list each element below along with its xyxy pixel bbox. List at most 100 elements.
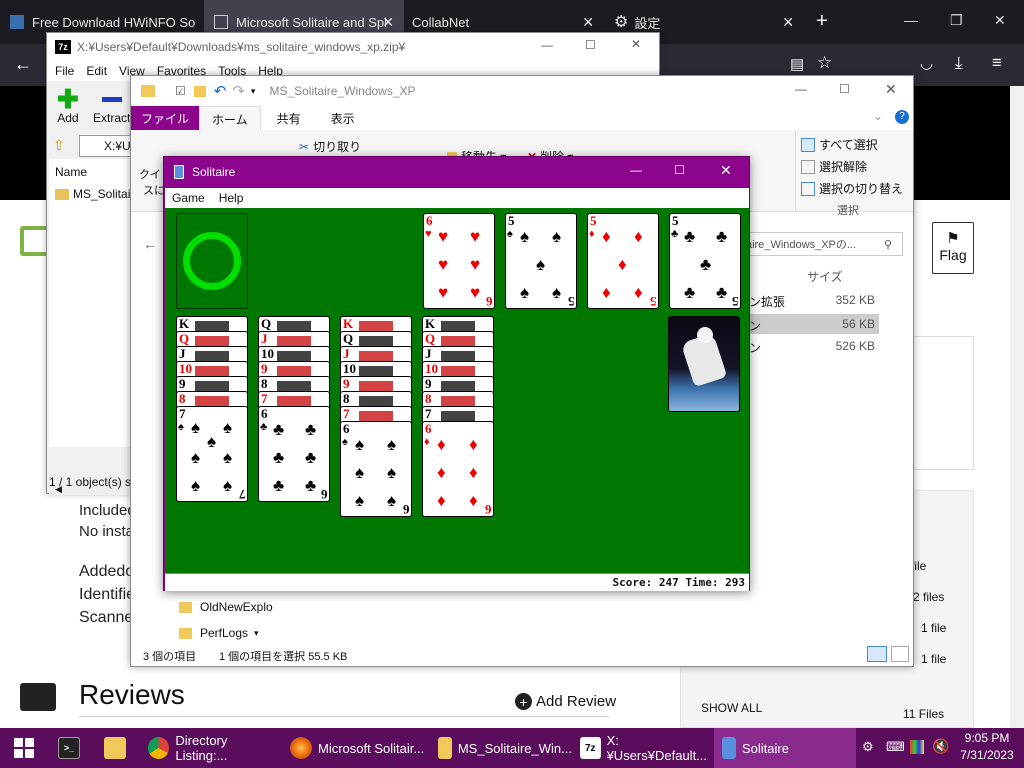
tab-view[interactable]: 表示 — [317, 106, 369, 131]
properties-icon[interactable]: ☑ — [175, 84, 186, 98]
tableau-column-1[interactable]: K Q J 10 9 8 7 ♠ ♠ ♠ ♠ ♠ ♠ ♠ ♠ 7 — [176, 316, 248, 506]
redo-icon[interactable]: ↷ — [232, 82, 245, 100]
restore-icon[interactable]: ❐ — [950, 12, 963, 29]
foundation-hearts[interactable]: 6 ♥ ♥ ♥ ♥ ♥ ♥ ♥ 6 — [423, 213, 495, 309]
file-row[interactable]: ン 526 KB — [747, 336, 879, 356]
file-row[interactable]: ン拡張 352 KB — [747, 290, 879, 310]
close-icon[interactable]: ✕ — [631, 37, 641, 51]
address-value: X:¥U — [104, 139, 131, 153]
taskbar-label: Microsoft Solitair... — [318, 740, 425, 756]
keyboard-icon[interactable]: ⌨ — [886, 739, 905, 755]
nav-label: OldNewExplo — [200, 600, 273, 614]
tableau-top-card-pip-icon: ♣ — [273, 420, 285, 439]
foundation-clubs[interactable]: 5 ♣ ♣ ♣ ♣ ♣ ♣ 5 — [669, 213, 741, 309]
foundation-card-pip-icon: ♠ — [520, 227, 530, 246]
close-icon[interactable]: ✕ — [994, 12, 1006, 29]
tableau-top-card[interactable]: 6 ♦ ♦ ♦ ♦ ♦ ♦ ♦ 6 — [422, 421, 494, 517]
reader-view-icon[interactable]: ▤ — [790, 55, 804, 73]
search-box[interactable]: aire_Windows_XPの... ⚲ — [741, 232, 903, 256]
help-icon[interactable]: ? — [895, 110, 909, 124]
close-tab-icon[interactable]: ✕ — [582, 14, 594, 31]
close-icon[interactable]: ✕ — [885, 81, 897, 98]
tray-app-icon[interactable]: ⚙ — [862, 739, 874, 755]
taskbar-solitaire-active[interactable]: Solitaire — [714, 728, 856, 768]
taskbar-explorer-window[interactable]: MS_Solitaire_Win... — [432, 728, 572, 768]
menu-help[interactable]: Help — [219, 191, 244, 205]
add-review-button[interactable]: + Add Review — [515, 693, 616, 710]
flag-button[interactable]: ⚑ Flag — [932, 222, 974, 274]
foundation-diamonds[interactable]: 5 ♦ ♦ ♦ ♦ ♦ ♦ 5 — [587, 213, 659, 309]
taskbar-terminal[interactable]: >_ — [50, 728, 94, 768]
card-back-astronaut[interactable] — [668, 316, 740, 412]
nav-item[interactable]: PerfLogs ▾ — [179, 626, 259, 640]
tab-file[interactable]: ファイル — [131, 106, 200, 130]
undo-icon[interactable]: ↶ — [214, 82, 227, 100]
tableau-card-rank: 9 — [179, 376, 186, 391]
download-icon[interactable]: ⤓ — [955, 53, 963, 73]
foundation-card-pip-icon: ♥ — [470, 227, 481, 246]
stock-pile[interactable] — [176, 213, 248, 309]
nav-item[interactable]: OldNewExplo — [179, 600, 273, 614]
tableau-top-card[interactable]: 7 ♠ ♠ ♠ ♠ ♠ ♠ ♠ ♠ 7 — [176, 406, 248, 502]
cut-button[interactable]: ✂ 切り取り — [299, 138, 361, 155]
7zip-title: X:¥Users¥Default¥Downloads¥ms_solitaire_… — [77, 40, 406, 54]
minimize-icon[interactable]: — — [904, 12, 918, 28]
maximize-icon[interactable]: ☐ — [839, 82, 850, 96]
pocket-icon[interactable]: ◡ — [920, 54, 933, 72]
clock[interactable]: 9:05 PM 7/31/2023 — [954, 730, 1020, 764]
close-tab-icon[interactable]: ✕ — [782, 14, 794, 31]
close-tab-icon[interactable]: ✕ — [382, 14, 394, 31]
extract-button[interactable]: Extract — [93, 87, 130, 125]
file-row-selected[interactable]: ン 56 KB — [747, 314, 879, 334]
back-arrow-icon[interactable]: ← — [143, 236, 157, 252]
minimize-icon[interactable]: — — [630, 163, 642, 177]
folder-icon — [179, 601, 192, 613]
maximize-icon[interactable]: ☐ — [674, 163, 685, 177]
tableau-column-4[interactable]: K Q J 10 9 8 7 6 ♦ ♦ ♦ ♦ ♦ ♦ ♦ 6 — [422, 316, 494, 521]
column-name[interactable]: Name — [55, 165, 87, 179]
new-folder-icon[interactable] — [193, 85, 206, 97]
column-size[interactable]: サイズ — [807, 268, 843, 285]
maximize-icon[interactable]: ☐ — [585, 38, 596, 52]
ribbon-divider — [795, 130, 796, 212]
add-button[interactable]: ✚ Add — [57, 86, 79, 125]
chevron-down-icon[interactable]: ▾ — [254, 628, 259, 639]
taskbar-file-explorer[interactable] — [96, 728, 140, 768]
show-all-link[interactable]: SHOW ALL — [701, 701, 762, 715]
tableau-column-3[interactable]: K Q J 10 9 8 7 6 ♠ ♠ ♠ ♠ ♠ ♠ ♠ 6 — [340, 316, 412, 521]
new-tab-button[interactable]: + — [816, 10, 828, 33]
up-folder-icon[interactable]: ⇧ — [53, 137, 65, 154]
page-scrollbar[interactable] — [1010, 86, 1024, 728]
bookmark-star-icon[interactable]: ☆ — [817, 53, 832, 73]
color-app-icon[interactable] — [910, 740, 924, 754]
minimize-icon[interactable]: — — [541, 38, 553, 52]
search-icon: ⚲ — [884, 238, 893, 251]
menu-icon[interactable]: ≡ — [992, 53, 1002, 73]
foundation-card-corner-suit-icon: ♦ — [589, 228, 595, 240]
deselect-button[interactable]: 選択解除 — [801, 158, 867, 175]
volume-muted-icon[interactable]: 🔇 — [932, 738, 949, 755]
tableau-top-card[interactable]: 6 ♠ ♠ ♠ ♠ ♠ ♠ ♠ 6 — [340, 421, 412, 517]
minimize-icon[interactable]: — — [795, 82, 807, 96]
invert-selection-button[interactable]: 選択の切り替え — [801, 180, 903, 197]
select-all-button[interactable]: すべて選択 — [801, 136, 878, 153]
back-arrow-icon[interactable]: ← — [14, 54, 32, 75]
tiles-view-icon[interactable] — [891, 646, 909, 662]
tab-home[interactable]: ホーム — [199, 106, 261, 130]
foundation-spades[interactable]: 5 ♠ ♠ ♠ ♠ ♠ ♠ 5 — [505, 213, 577, 309]
tab-share[interactable]: 共有 — [261, 106, 317, 131]
menu-file[interactable]: File — [55, 64, 74, 78]
dropdown-icon[interactable]: ▾ — [251, 86, 256, 97]
tableau-column-2[interactable]: Q J 10 9 8 7 6 ♣ ♣ ♣ ♣ ♣ ♣ ♣ 6 — [258, 316, 330, 506]
menu-game[interactable]: Game — [172, 191, 205, 205]
start-button[interactable] — [0, 728, 48, 768]
tableau-card-art-icon — [277, 366, 311, 376]
tableau-top-card[interactable]: 6 ♣ ♣ ♣ ♣ ♣ ♣ ♣ 6 — [258, 406, 330, 502]
menu-edit[interactable]: Edit — [86, 64, 107, 78]
taskbar-7zip[interactable]: 7z X:¥Users¥Default... — [574, 728, 712, 768]
details-view-icon[interactable] — [867, 646, 887, 662]
taskbar-chrome[interactable]: Directory Listing:... — [142, 728, 280, 768]
collapse-ribbon-icon[interactable]: ⌄ — [873, 109, 883, 123]
close-icon[interactable]: ✕ — [720, 162, 732, 179]
taskbar-firefox[interactable]: Microsoft Solitair... — [284, 728, 430, 768]
